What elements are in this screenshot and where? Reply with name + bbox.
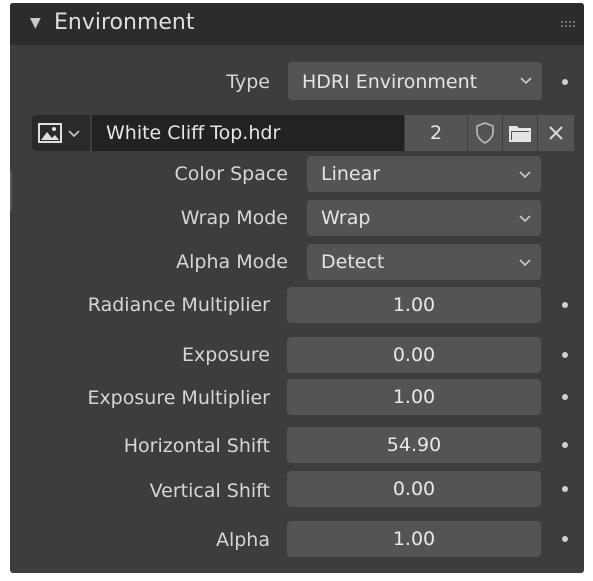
color-space-value: Linear xyxy=(321,163,381,185)
type-label: Type xyxy=(226,71,270,93)
wrap-mode-dropdown[interactable]: Wrap xyxy=(307,200,541,236)
image-users-count[interactable]: 2 xyxy=(405,115,467,151)
environment-panel: ▼ Environment Type HDRI Environment Whit… xyxy=(10,3,584,573)
radiance-multiplier-field[interactable]: 1.00 xyxy=(287,287,541,323)
exposure-multiplier-field[interactable]: 1.00 xyxy=(287,379,541,415)
panel-title: Environment xyxy=(54,10,195,35)
image-filename: White Cliff Top.hdr xyxy=(106,122,281,144)
image-filename-field[interactable]: White Cliff Top.hdr xyxy=(92,115,404,151)
alpha-field[interactable]: 1.00 xyxy=(287,521,541,557)
keyframe-dot-icon[interactable] xyxy=(562,536,568,542)
keyframe-dot-icon[interactable] xyxy=(562,394,568,400)
exposure-field[interactable]: 0.00 xyxy=(287,337,541,373)
color-space-dropdown[interactable]: Linear xyxy=(307,156,541,192)
keyframe-dot-icon[interactable] xyxy=(562,486,568,492)
radiance-multiplier-label: Radiance Multiplier xyxy=(87,294,270,316)
open-file-button[interactable] xyxy=(503,115,537,151)
keyframe-dot-icon[interactable] xyxy=(562,79,568,85)
image-icon xyxy=(38,123,62,143)
chevron-down-icon xyxy=(519,259,531,267)
screenshot-frame: ▼ Environment Type HDRI Environment Whit… xyxy=(0,0,593,581)
wrap-mode-label: Wrap Mode xyxy=(180,207,288,229)
keyframe-dot-icon[interactable] xyxy=(562,302,568,308)
fake-user-button[interactable] xyxy=(468,115,502,151)
vertical-shift-field[interactable]: 0.00 xyxy=(287,471,541,507)
horizontal-shift-field[interactable]: 54.90 xyxy=(287,427,541,463)
color-space-label: Color Space xyxy=(174,163,288,185)
exposure-label: Exposure xyxy=(182,344,270,366)
horizontal-shift-label: Horizontal Shift xyxy=(123,435,270,457)
type-dropdown[interactable]: HDRI Environment xyxy=(288,62,542,100)
chevron-down-icon xyxy=(520,77,532,85)
keyframe-dot-icon[interactable] xyxy=(562,442,568,448)
image-type-button[interactable] xyxy=(32,115,90,151)
keyframe-dot-icon[interactable] xyxy=(562,352,568,358)
alpha-mode-dropdown[interactable]: Detect xyxy=(307,244,541,280)
drag-handle-icon[interactable] xyxy=(561,21,577,29)
alpha-mode-label: Alpha Mode xyxy=(176,251,288,273)
panel-header[interactable]: ▼ Environment xyxy=(10,3,584,45)
type-value: HDRI Environment xyxy=(302,71,478,93)
chevron-down-icon xyxy=(519,171,531,179)
alpha-label: Alpha xyxy=(215,529,270,551)
triangle-down-icon[interactable]: ▼ xyxy=(30,15,41,31)
unlink-button[interactable] xyxy=(538,115,574,151)
chevron-down-icon xyxy=(68,130,80,138)
exposure-multiplier-label: Exposure Multiplier xyxy=(87,387,270,409)
close-icon xyxy=(549,126,563,140)
alpha-mode-value: Detect xyxy=(321,251,385,273)
vertical-shift-label: Vertical Shift xyxy=(149,480,270,502)
wrap-mode-value: Wrap xyxy=(321,207,371,229)
folder-icon xyxy=(509,126,531,142)
chevron-down-icon xyxy=(519,215,531,223)
region-edge xyxy=(10,171,12,211)
shield-icon xyxy=(476,122,494,144)
